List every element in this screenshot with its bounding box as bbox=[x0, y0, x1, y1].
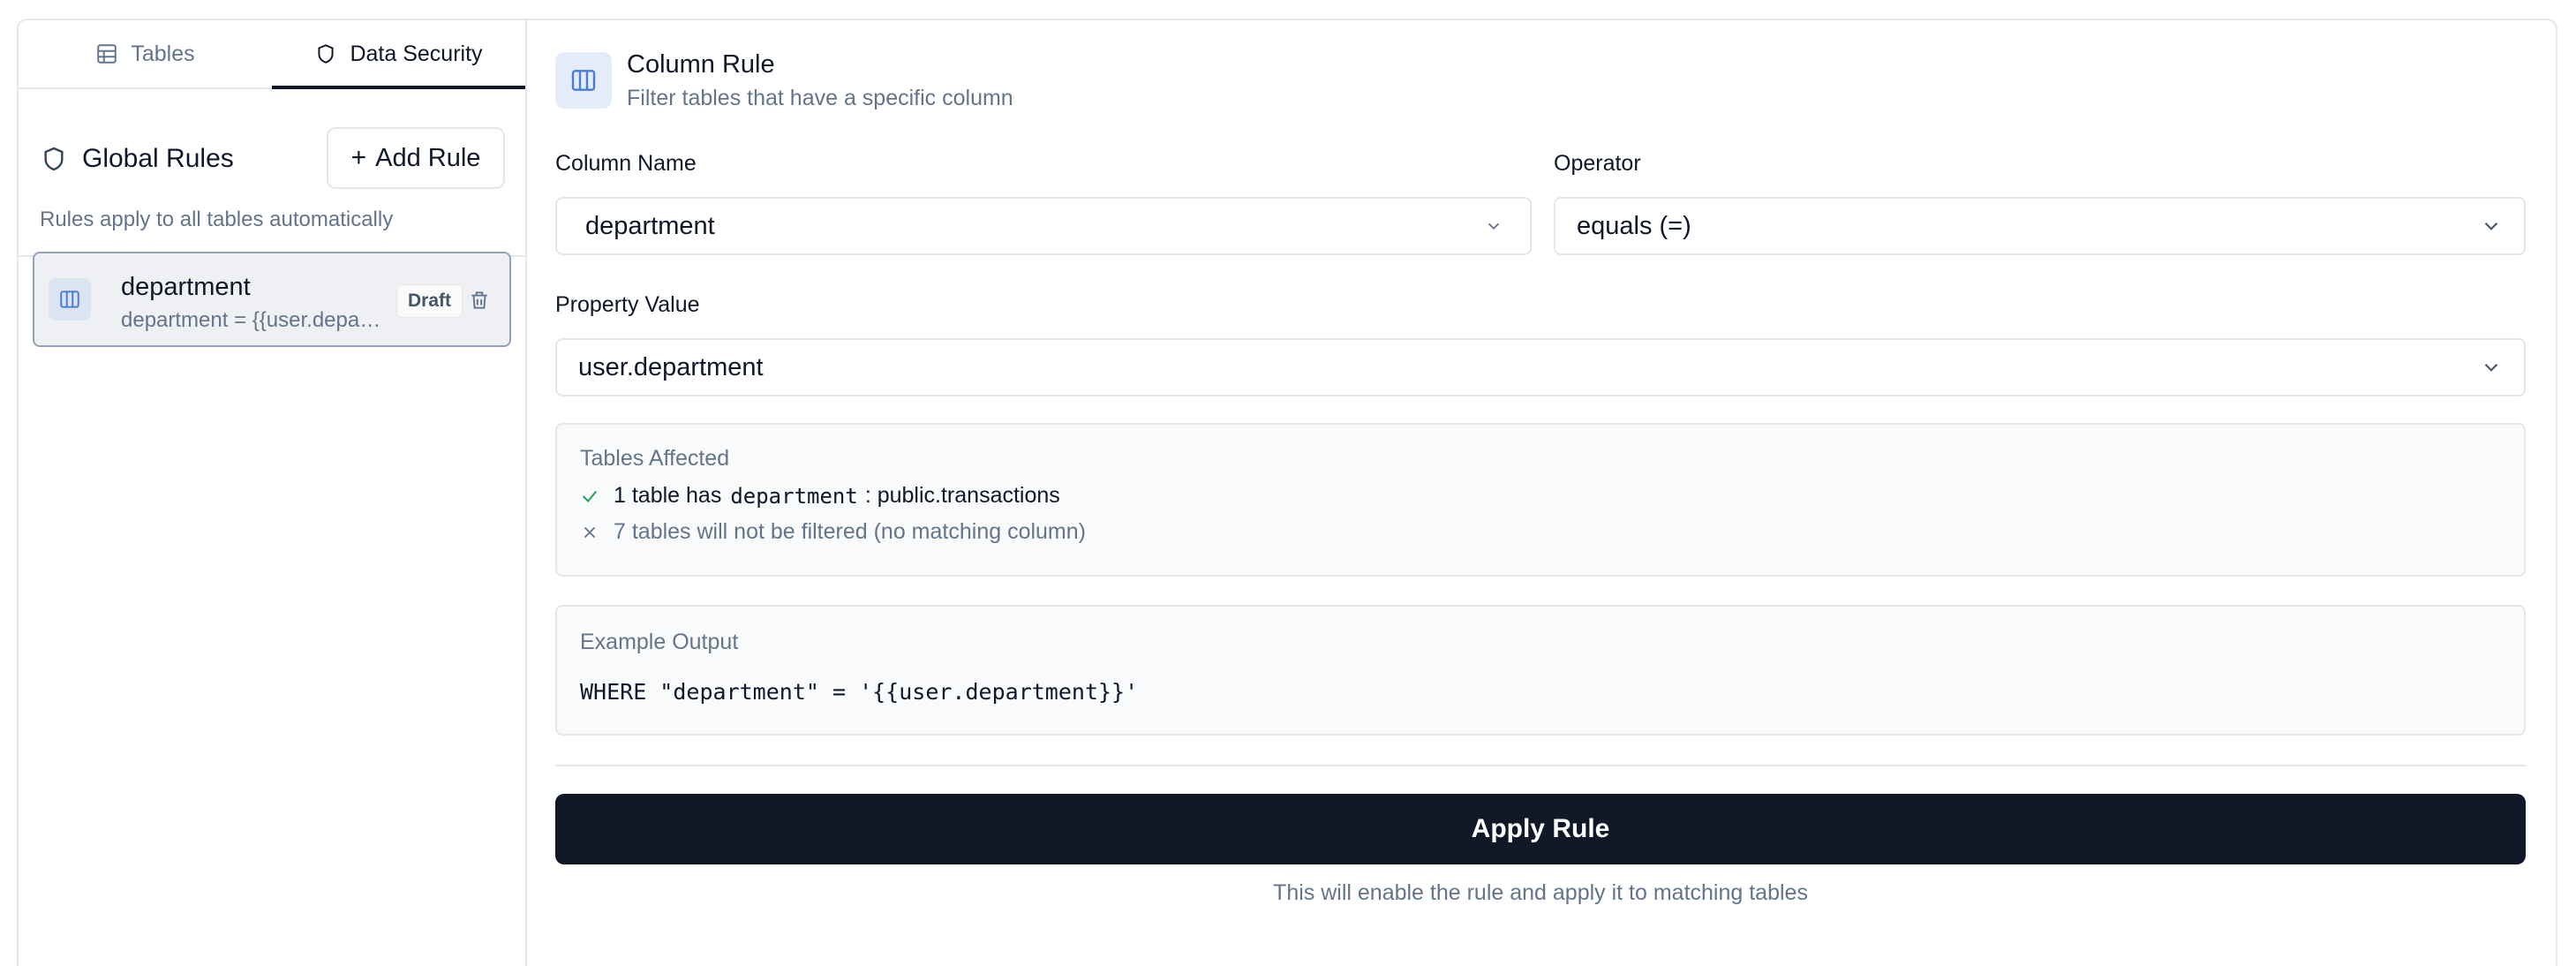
rule-name: department bbox=[121, 273, 251, 301]
global-rules-subtitle: Rules apply to all tables automatically bbox=[40, 208, 394, 231]
column-name-value: department bbox=[585, 211, 715, 240]
divider bbox=[555, 765, 2526, 766]
tab-data-security[interactable]: Data Security bbox=[272, 20, 525, 89]
match-prefix: 1 table has bbox=[614, 483, 722, 508]
add-rule-button[interactable]: + Add Rule bbox=[327, 127, 505, 189]
global-rules-title: Global Rules bbox=[40, 144, 234, 174]
app-window: Tables Data Security Global Rules + Add … bbox=[17, 19, 2557, 966]
tables-affected-panel: Tables Affected 1 table has department :… bbox=[555, 423, 2526, 577]
tab-tables[interactable]: Tables bbox=[19, 20, 272, 87]
column-name-label: Column Name bbox=[555, 151, 697, 176]
rule-type-title: Column Rule bbox=[627, 50, 775, 79]
sidebar: Tables Data Security Global Rules + Add … bbox=[19, 20, 527, 966]
shield-icon bbox=[318, 44, 335, 64]
nomatch-line: 7 tables will not be filtered (no matchi… bbox=[580, 519, 1086, 545]
operator-value: equals (=) bbox=[1577, 211, 1691, 240]
operator-select[interactable]: equals (=) bbox=[1554, 197, 2526, 255]
chevron-down-icon bbox=[2484, 222, 2498, 230]
table-icon bbox=[97, 44, 117, 64]
check-icon bbox=[582, 490, 598, 502]
global-rules-title-text: Global Rules bbox=[82, 144, 234, 173]
global-rules-header: Global Rules + Add Rule Rules apply to a… bbox=[19, 89, 525, 257]
rule-editor: Column Rule Filter tables that have a sp… bbox=[527, 20, 2556, 966]
tab-tables-label: Tables bbox=[131, 41, 195, 66]
nomatch-text: 7 tables will not be filtered (no matchi… bbox=[614, 519, 1086, 544]
example-output-title: Example Output bbox=[580, 630, 739, 654]
match-line: 1 table has department : public.transact… bbox=[580, 483, 1060, 509]
chevron-down-icon bbox=[2484, 363, 2498, 372]
property-value-value: user.department bbox=[578, 352, 764, 381]
match-suffix: : public.transactions bbox=[864, 483, 1060, 508]
plus-icon: + bbox=[350, 143, 367, 172]
tab-data-security-label: Data Security bbox=[350, 41, 483, 66]
example-output-code: WHERE "department" = '{{user.department}… bbox=[580, 679, 1139, 705]
chevron-down-icon bbox=[1488, 223, 1500, 230]
columns-icon bbox=[49, 278, 91, 321]
match-column: department bbox=[730, 483, 858, 509]
tab-bar: Tables Data Security bbox=[19, 20, 525, 89]
property-value-label: Property Value bbox=[555, 292, 700, 317]
rule-list-item[interactable]: department department = {{user.departmen… bbox=[33, 252, 511, 347]
shield-icon bbox=[44, 147, 64, 171]
add-rule-label: Add Rule bbox=[375, 143, 481, 172]
status-badge: Draft bbox=[396, 284, 463, 318]
rule-type-subtitle: Filter tables that have a specific colum… bbox=[627, 86, 1013, 110]
column-name-select[interactable]: department bbox=[555, 197, 1532, 255]
trash-icon[interactable] bbox=[466, 287, 493, 313]
x-icon bbox=[584, 526, 596, 538]
columns-icon bbox=[555, 52, 612, 109]
rule-description: department = {{user.department}} bbox=[121, 308, 386, 332]
example-output-panel: Example Output WHERE "department" = '{{u… bbox=[555, 605, 2526, 736]
property-value-select[interactable]: user.department bbox=[555, 338, 2526, 396]
apply-rule-button[interactable]: Apply Rule bbox=[555, 794, 2526, 864]
tables-affected-title: Tables Affected bbox=[580, 446, 730, 471]
operator-label: Operator bbox=[1554, 151, 1641, 176]
apply-note: This will enable the rule and apply it t… bbox=[1273, 880, 1808, 905]
